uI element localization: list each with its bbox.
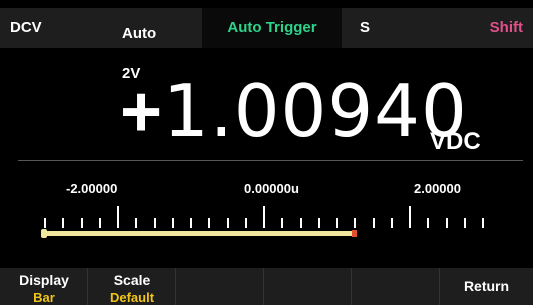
softkey-display[interactable]: Display Bar bbox=[0, 268, 88, 305]
softkey-scale[interactable]: Scale Default bbox=[88, 268, 176, 305]
minor-tick bbox=[172, 218, 174, 228]
minor-tick bbox=[446, 218, 448, 228]
softkey-scale-label: Scale bbox=[113, 272, 151, 288]
minor-tick bbox=[99, 218, 101, 228]
minor-tick bbox=[190, 218, 192, 228]
major-tick bbox=[263, 206, 265, 228]
major-tick bbox=[409, 206, 411, 228]
minor-tick bbox=[281, 218, 283, 228]
minor-tick bbox=[464, 218, 466, 228]
minor-tick bbox=[482, 218, 484, 228]
softkey-return-label: Return bbox=[463, 278, 510, 294]
minor-tick bbox=[336, 218, 338, 228]
minor-tick bbox=[300, 218, 302, 228]
bar-graph-ticks bbox=[0, 0, 533, 305]
softkey-return[interactable]: Return bbox=[440, 268, 533, 305]
minor-tick bbox=[373, 218, 375, 228]
minor-tick bbox=[208, 218, 210, 228]
softkey-4[interactable] bbox=[264, 268, 352, 305]
softkey-scale-value: Default bbox=[109, 290, 155, 305]
minor-tick bbox=[354, 218, 356, 228]
multimeter-screen: DCV Auto 2V Auto Trigger S Shift +1.0094… bbox=[0, 0, 533, 305]
bar-graph-end-marker bbox=[352, 230, 357, 237]
softkey-display-label: Display bbox=[19, 272, 69, 288]
softkey-bar: Display Bar Scale Default Return bbox=[0, 268, 533, 305]
major-tick bbox=[117, 206, 119, 228]
minor-tick bbox=[427, 218, 429, 228]
bar-graph-fill bbox=[44, 231, 354, 236]
softkey-3[interactable] bbox=[176, 268, 264, 305]
minor-tick bbox=[318, 218, 320, 228]
minor-tick bbox=[135, 218, 137, 228]
softkey-5[interactable] bbox=[352, 268, 440, 305]
minor-tick bbox=[44, 218, 46, 228]
minor-tick bbox=[245, 218, 247, 228]
minor-tick bbox=[227, 218, 229, 228]
minor-tick bbox=[154, 218, 156, 228]
minor-tick bbox=[62, 218, 64, 228]
minor-tick bbox=[81, 218, 83, 228]
minor-tick bbox=[391, 218, 393, 228]
softkey-display-value: Bar bbox=[33, 290, 55, 305]
